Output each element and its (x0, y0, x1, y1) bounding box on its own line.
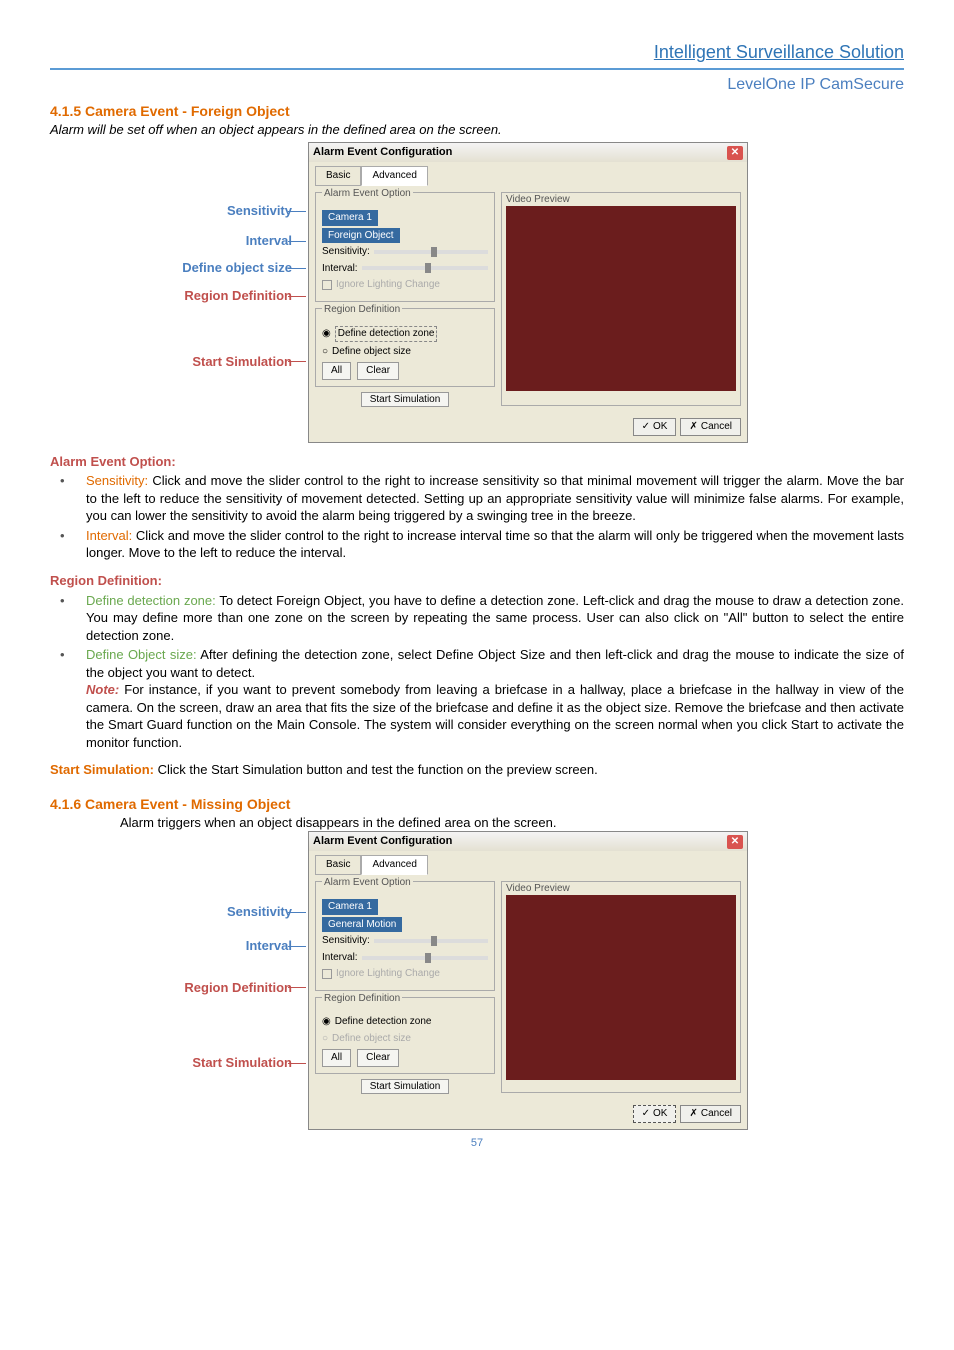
event-badge-b: General Motion (322, 917, 402, 933)
ok-button-b[interactable]: ✓OK (633, 1105, 677, 1123)
label-interval-b: Interval: (322, 951, 358, 965)
video-preview-area (506, 206, 736, 391)
group-region-definition-b: Region Definition (322, 993, 402, 1004)
section-415-lede: Alarm will be set off when an object app… (50, 121, 904, 139)
check-icon-b: ✓ (642, 1107, 650, 1121)
label-define-detection-zone: Define detection zone (335, 326, 438, 342)
sensitivity-slider-b[interactable] (374, 939, 488, 943)
page-header-1: Intelligent Surveillance Solution (654, 42, 904, 62)
annotation-region-definition: Region Definition (50, 287, 300, 305)
sensitivity-slider[interactable] (374, 250, 488, 254)
label-define-object-size-b: Define object size (332, 1032, 411, 1046)
bullet-define-object-size: Define Object size: After defining the d… (50, 646, 904, 751)
interval-slider-b[interactable] (362, 956, 488, 960)
dialog-title-b: Alarm Event Configuration (313, 834, 452, 849)
tab-advanced-b[interactable]: Advanced (361, 855, 427, 875)
dialog-title: Alarm Event Configuration (313, 145, 452, 160)
label-sensitivity: Sensitivity: (322, 245, 370, 259)
interval-slider[interactable] (362, 266, 488, 270)
section-416-heading: 4.1.6 Camera Event - Missing Object (50, 795, 904, 814)
video-preview-area-b (506, 895, 736, 1080)
label-sensitivity-b: Sensitivity: (322, 934, 370, 948)
dialog-alarm-event-config-a: Alarm Event Configuration ✕ Basic Advanc… (308, 142, 748, 442)
label-ignore-lighting-b: Ignore Lighting Change (336, 967, 440, 981)
x-icon-b: ✗ (689, 1107, 697, 1121)
group-alarm-event-option-b: Alarm Event Option (322, 877, 413, 888)
bullet-interval: Interval: Click and move the slider cont… (50, 527, 904, 562)
label-ignore-lighting: Ignore Lighting Change (336, 278, 440, 292)
page-header-2: LevelOne IP CamSecure (50, 74, 904, 96)
event-badge: Foreign Object (322, 228, 400, 244)
dialog-alarm-event-config-b: Alarm Event Configuration ✕ Basic Advanc… (308, 831, 748, 1129)
bullet-sensitivity: Sensitivity: Click and move the slider c… (50, 472, 904, 525)
checkbox-ignore-lighting-b[interactable] (322, 969, 332, 979)
start-simulation-button-b[interactable]: Start Simulation (361, 1079, 450, 1094)
radio-define-detection-zone[interactable]: ◉ (322, 327, 331, 341)
all-button-b[interactable]: All (322, 1049, 351, 1067)
group-alarm-event-option: Alarm Event Option (322, 188, 413, 199)
check-icon: ✓ (642, 420, 650, 434)
annotation-start-simulation: Start Simulation (50, 353, 300, 371)
annotation-interval: Interval (50, 232, 300, 250)
heading-region-definition: Region Definition: (50, 572, 904, 590)
group-video-preview-b: Video Preview (502, 882, 740, 896)
annotation-sensitivity: Sensitivity (50, 202, 300, 220)
annotation-interval-b: Interval (50, 937, 300, 955)
section-416-lede: Alarm triggers when an object disappears… (120, 814, 904, 832)
page-number: 57 (50, 1136, 904, 1151)
close-icon-b[interactable]: ✕ (727, 835, 743, 849)
annotation-sensitivity-b: Sensitivity (50, 903, 300, 921)
checkbox-ignore-lighting[interactable] (322, 280, 332, 290)
radio-define-object-size-b[interactable]: ○ (322, 1032, 328, 1046)
label-interval: Interval: (322, 262, 358, 276)
ok-button[interactable]: ✓OK (633, 418, 677, 436)
group-region-definition: Region Definition (322, 304, 402, 315)
clear-button-b[interactable]: Clear (357, 1049, 399, 1067)
section-415-heading: 4.1.5 Camera Event - Foreign Object (50, 102, 904, 121)
camera-badge-b: Camera 1 (322, 899, 378, 915)
cancel-button[interactable]: ✗Cancel (680, 418, 741, 436)
radio-define-object-size[interactable]: ○ (322, 345, 328, 359)
radio-define-detection-zone-b[interactable]: ◉ (322, 1015, 331, 1029)
bullet-define-detection-zone: Define detection zone: To detect Foreign… (50, 592, 904, 645)
tab-advanced[interactable]: Advanced (361, 166, 427, 186)
all-button[interactable]: All (322, 362, 351, 380)
label-define-detection-zone-b: Define detection zone (335, 1015, 432, 1029)
x-icon: ✗ (689, 420, 697, 434)
cancel-button-b[interactable]: ✗Cancel (680, 1105, 741, 1123)
paragraph-start-simulation: Start Simulation: Click the Start Simula… (50, 761, 904, 779)
start-simulation-button[interactable]: Start Simulation (361, 392, 450, 407)
close-icon[interactable]: ✕ (727, 146, 743, 160)
header-divider (50, 68, 904, 70)
clear-button[interactable]: Clear (357, 362, 399, 380)
annotation-start-simulation-b: Start Simulation (50, 1054, 300, 1072)
tab-basic[interactable]: Basic (315, 166, 361, 186)
tab-basic-b[interactable]: Basic (315, 855, 361, 875)
label-define-object-size: Define object size (332, 345, 411, 359)
camera-badge: Camera 1 (322, 210, 378, 226)
annotation-define-object-size: Define object size (50, 259, 300, 277)
group-video-preview: Video Preview (502, 193, 740, 207)
heading-alarm-event-option: Alarm Event Option: (50, 453, 904, 471)
annotation-region-definition-b: Region Definition (50, 979, 300, 997)
